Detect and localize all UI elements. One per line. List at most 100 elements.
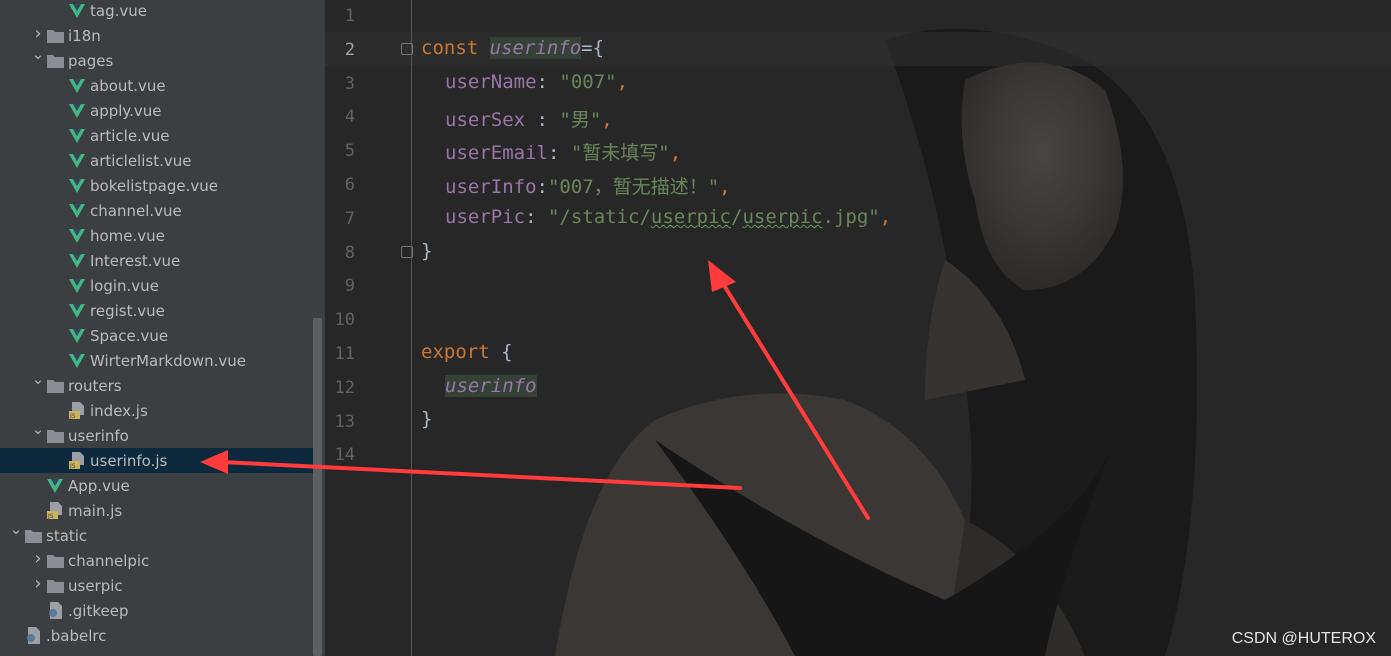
code-line-12: userinfo: [445, 375, 537, 397]
tree-item-label: bokelistpage.vue: [90, 176, 218, 195]
separator: :: [547, 142, 571, 164]
config-file-icon: [46, 602, 64, 620]
value-userpic-typo: userpic: [650, 206, 731, 228]
line-number: 14: [334, 445, 355, 466]
tree-item[interactable]: › userpic: [0, 573, 313, 598]
identifier-userinfo-export: userinfo: [445, 375, 537, 397]
tree-item-label: WirterMarkdown.vue: [90, 351, 246, 370]
prop-usersex: userSex: [445, 109, 526, 131]
tree-item[interactable]: apply.vue: [0, 98, 313, 123]
code-line-5: userEmail: "暂未填写",: [445, 138, 681, 165]
js-file-icon: JS: [68, 452, 86, 470]
tree-item-label: userinfo: [68, 426, 129, 445]
chevron-right-icon[interactable]: ›: [31, 548, 45, 569]
tree-item-label: .babelrc: [46, 626, 107, 645]
prop-username: userName: [445, 71, 537, 93]
tree-item[interactable]: › channelpic: [0, 548, 313, 573]
tree-item[interactable]: .gitkeep: [0, 598, 313, 623]
closing-brace: }: [421, 240, 433, 262]
line-number: 12: [334, 377, 355, 398]
prop-useremail: userEmail: [445, 142, 548, 164]
tree-item[interactable]: tag.vue: [0, 0, 313, 23]
tree-item[interactable]: Space.vue: [0, 323, 313, 348]
value-userinfo: "007，暂无描述！": [547, 176, 720, 198]
code-line-3: userName: "007",: [445, 71, 628, 93]
tree-item[interactable]: Interest.vue: [0, 248, 313, 273]
separator: :: [525, 206, 548, 228]
folder-icon: [24, 527, 42, 545]
line-number: 6: [344, 175, 355, 195]
tree-item[interactable]: WirterMarkdown.vue: [0, 348, 313, 373]
value-userpic-part: .jpg": [822, 206, 880, 228]
js-file-icon: JS: [68, 402, 86, 420]
code-line-7: userPic: "/static/userpic/userpic.jpg",: [445, 206, 891, 228]
tree-item-label: about.vue: [90, 76, 166, 95]
tree-item[interactable]: JS main.js: [0, 498, 313, 523]
tree-item-label: Space.vue: [90, 326, 169, 345]
tree-item[interactable]: articlelist.vue: [0, 148, 313, 173]
vue-file-icon: [68, 127, 86, 145]
tree-item[interactable]: ⌄ userinfo: [0, 420, 313, 448]
value-useremail: "暂未填写": [570, 142, 670, 164]
code-line-13: }: [421, 408, 432, 430]
line-number: 1: [344, 6, 355, 26]
vue-file-icon: [68, 152, 86, 170]
svg-text:JS: JS: [69, 413, 76, 419]
tree-item-label: apply.vue: [90, 101, 162, 120]
tree-item[interactable]: › i18n: [0, 23, 313, 48]
separator: :: [536, 71, 560, 93]
prop-userpic: userPic: [445, 206, 526, 228]
folder-icon: [46, 427, 64, 445]
chevron-down-icon[interactable]: ⌄: [31, 420, 45, 438]
separator: :: [536, 176, 548, 198]
vue-file-icon: [68, 202, 86, 220]
line-number: 8: [344, 242, 355, 263]
assign-brace: ={: [581, 37, 605, 59]
tree-item[interactable]: bokelistpage.vue: [0, 173, 313, 198]
chevron-down-icon[interactable]: ⌄: [31, 45, 45, 63]
line-number-gutter: 1 2 3 4 5 6 7 8 9 10 11 12 13 14: [325, 0, 412, 656]
tree-item-label: userpic: [68, 576, 123, 595]
tree-item[interactable]: article.vue: [0, 123, 313, 148]
chevron-right-icon[interactable]: ›: [31, 573, 45, 594]
tree-item-label: Interest.vue: [90, 251, 181, 270]
tree-item-label: userinfo.js: [90, 451, 168, 470]
tree-item[interactable]: .babelrc: [0, 623, 313, 648]
prop-userinfo: userInfo: [445, 176, 537, 198]
tree-item[interactable]: App.vue: [0, 473, 313, 498]
editor-background-image: [325, 0, 1391, 656]
tree-item[interactable]: ⌄ routers: [0, 370, 313, 398]
chevron-down-icon[interactable]: ⌄: [9, 520, 23, 538]
chevron-right-icon[interactable]: ›: [31, 23, 45, 44]
tree-item-label: pages: [68, 51, 114, 70]
vue-file-icon: [68, 227, 86, 245]
tree-item[interactable]: JS userinfo.js: [0, 448, 313, 473]
tree-item[interactable]: ⌄ pages: [0, 45, 313, 73]
code-line-2: const userinfo={: [421, 37, 604, 59]
tree-item[interactable]: JS index.js: [0, 398, 313, 423]
code-editor[interactable]: 1 2 3 4 5 6 7 8 9 10 11 12 13 14 const userinfo={ use…: [325, 0, 1391, 656]
project-tree-panel: tag.vue › i18n ⌄ pages about.vue apply.vue arti…: [0, 0, 325, 656]
tree-item-label: channel.vue: [90, 201, 182, 220]
tree-item[interactable]: home.vue: [0, 223, 313, 248]
tree-item[interactable]: about.vue: [0, 73, 313, 98]
fold-marker-open[interactable]: [401, 43, 413, 55]
chevron-down-icon[interactable]: ⌄: [31, 370, 45, 388]
code-line-11: export {: [421, 341, 513, 363]
tree-item-label: login.vue: [90, 276, 159, 295]
folder-icon: [46, 52, 64, 70]
value-username: "007": [559, 71, 617, 93]
fold-marker-close[interactable]: [401, 246, 413, 258]
tree-item[interactable]: login.vue: [0, 273, 313, 298]
tree-item[interactable]: regist.vue: [0, 298, 313, 323]
line-number: 13: [334, 411, 355, 432]
tree-scrollbar[interactable]: [313, 318, 322, 656]
vue-file-icon: [68, 77, 86, 95]
tree-item[interactable]: ⌄ static: [0, 520, 313, 548]
tree-item-label: App.vue: [68, 476, 130, 495]
line-number: 7: [344, 208, 355, 229]
vue-file-icon: [68, 252, 86, 270]
tree-item-label: i18n: [68, 26, 101, 45]
vue-file-icon: [68, 2, 86, 20]
tree-item[interactable]: channel.vue: [0, 198, 313, 223]
